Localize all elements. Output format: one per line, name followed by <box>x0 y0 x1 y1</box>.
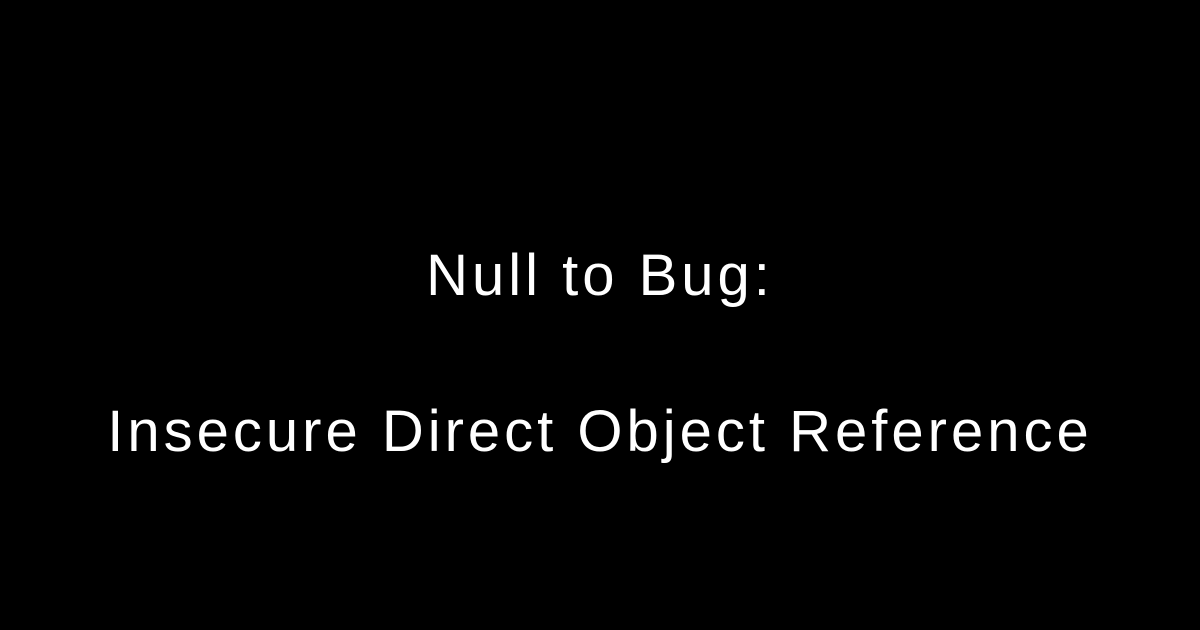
title-line-1: Null to Bug: <box>426 243 774 308</box>
title-line-2: Insecure Direct Object Reference <box>107 399 1092 464</box>
page-title: Null to Bug: Insecure Direct Object Refe… <box>107 158 1092 471</box>
